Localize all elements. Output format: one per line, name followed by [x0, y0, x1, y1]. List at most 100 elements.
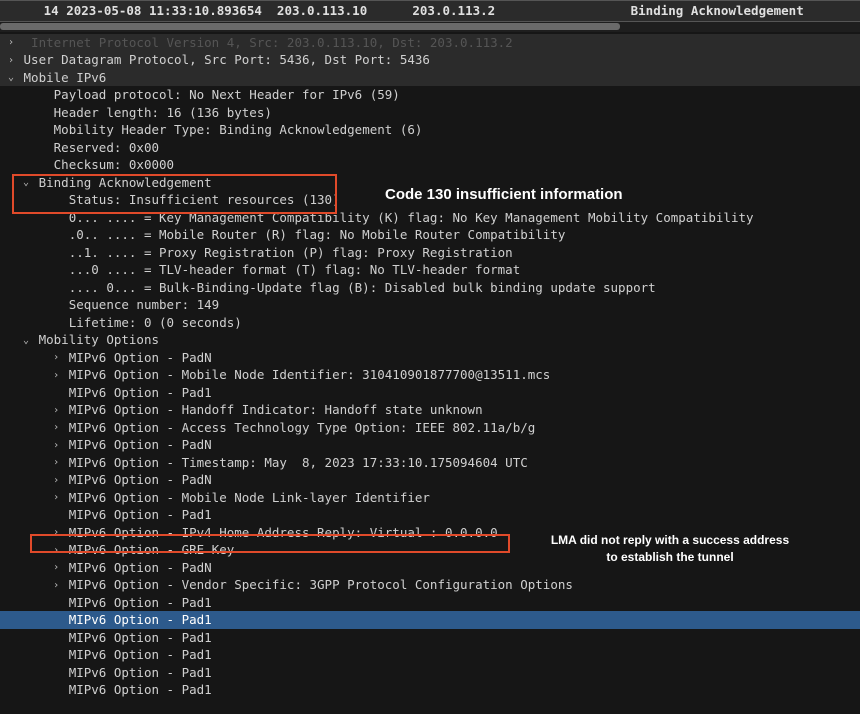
tree-row[interactable]: Lifetime: 0 (0 seconds) — [0, 314, 860, 332]
chevron-right-icon: › — [51, 369, 61, 383]
tree-row[interactable]: MIPv6 Option - Pad1 — [0, 646, 860, 664]
tree-indent — [6, 490, 51, 505]
tree-row-text: MIPv6 Option - IPv4 Home Address Reply: … — [69, 525, 498, 540]
tree-indent — [6, 87, 36, 102]
tree-row[interactable]: 0... .... = Key Management Compatibility… — [0, 209, 860, 227]
tree-row-text: MIPv6 Option - Timestamp: May 8, 2023 17… — [69, 455, 528, 470]
tree-indent — [6, 105, 36, 120]
tree-arrow-none — [51, 194, 61, 208]
tree-row-text: MIPv6 Option - Pad1 — [69, 507, 212, 522]
tree-row-text: MIPv6 Option - PadN — [69, 472, 212, 487]
tree-row[interactable]: Header length: 16 (136 bytes) — [0, 104, 860, 122]
tree-arrow-none — [36, 124, 46, 138]
packet-detail-tree[interactable]: › Internet Protocol Version 4, Src: 203.… — [0, 32, 860, 699]
tree-row[interactable]: Sequence number: 149 — [0, 296, 860, 314]
tree-arrow-none — [51, 509, 61, 523]
packet-list-row[interactable]: 14 2023-05-08 11:33:10.893654 203.0.113.… — [0, 0, 860, 22]
tree-indent — [6, 402, 51, 417]
tree-indent — [6, 630, 51, 645]
tree-row[interactable]: › MIPv6 Option - GRE Key — [0, 541, 860, 559]
chevron-down-icon: ⌄ — [21, 176, 31, 190]
tree-indent — [6, 350, 51, 365]
tree-arrow-none — [51, 211, 61, 225]
tree-row-text: MIPv6 Option - Pad1 — [69, 612, 212, 627]
scrollbar-thumb[interactable] — [0, 23, 620, 30]
chevron-right-icon: › — [51, 421, 61, 435]
tree-indent — [6, 455, 51, 470]
tree-row-text: MIPv6 Option - PadN — [69, 560, 212, 575]
tree-row-text: MIPv6 Option - Pad1 — [69, 630, 212, 645]
chevron-right-icon: › — [51, 579, 61, 593]
tree-row[interactable]: ⌄ Mobile IPv6 — [0, 69, 860, 87]
tree-row[interactable]: MIPv6 Option - Pad1 — [0, 664, 860, 682]
tree-row-text: MIPv6 Option - Handoff Indicator: Handof… — [69, 402, 483, 417]
tree-row-text: Binding Acknowledgement — [39, 175, 212, 190]
chevron-right-icon: › — [51, 561, 61, 575]
tree-row[interactable]: MIPv6 Option - Pad1 — [0, 384, 860, 402]
tree-row[interactable]: › MIPv6 Option - PadN — [0, 436, 860, 454]
tree-arrow-none — [36, 141, 46, 155]
tree-row[interactable]: › MIPv6 Option - PadN — [0, 349, 860, 367]
tree-row-text: MIPv6 Option - Pad1 — [69, 595, 212, 610]
tree-row[interactable]: Status: Insufficient resources (130) — [0, 191, 860, 209]
tree-row[interactable]: › MIPv6 Option - PadN — [0, 471, 860, 489]
tree-indent — [6, 507, 51, 522]
tree-arrow-none — [51, 316, 61, 330]
tree-row[interactable]: ...0 .... = TLV-header format (T) flag: … — [0, 261, 860, 279]
tree-row[interactable]: › MIPv6 Option - Mobile Node Identifier:… — [0, 366, 860, 384]
tree-arrow-none — [51, 666, 61, 680]
tree-row[interactable]: Checksum: 0x0000 — [0, 156, 860, 174]
tree-indent — [6, 647, 51, 662]
tree-row-truncated[interactable]: › Internet Protocol Version 4, Src: 203.… — [0, 34, 860, 52]
tree-row[interactable]: MIPv6 Option - Pad1 — [0, 681, 860, 699]
tree-arrow-none — [36, 106, 46, 120]
tree-row-text: .... 0... = Bulk-Binding-Update flag (B)… — [69, 280, 656, 295]
tree-row[interactable]: › MIPv6 Option - IPv4 Home Address Reply… — [0, 524, 860, 542]
chevron-right-icon: › — [51, 351, 61, 365]
tree-indent — [6, 210, 51, 225]
tree-arrow-none — [36, 89, 46, 103]
chevron-right-icon: › — [51, 544, 61, 558]
tree-row[interactable]: › MIPv6 Option - Handoff Indicator: Hand… — [0, 401, 860, 419]
tree-row-text: MIPv6 Option - PadN — [69, 437, 212, 452]
tree-arrow-none — [51, 614, 61, 628]
tree-row[interactable]: MIPv6 Option - Pad1 — [0, 629, 860, 647]
tree-row[interactable]: › MIPv6 Option - PadN — [0, 559, 860, 577]
tree-arrow-none — [51, 596, 61, 610]
tree-row[interactable]: › MIPv6 Option - Access Technology Type … — [0, 419, 860, 437]
tree-row[interactable]: Mobility Header Type: Binding Acknowledg… — [0, 121, 860, 139]
tree-indent — [6, 157, 36, 172]
tree-indent — [6, 245, 51, 260]
tree-row-text: MIPv6 Option - Mobile Node Identifier: 3… — [69, 367, 551, 382]
tree-row[interactable]: MIPv6 Option - Pad1 — [0, 506, 860, 524]
chevron-right-icon: › — [6, 54, 16, 68]
tree-indent — [6, 472, 51, 487]
tree-row[interactable]: ..1. .... = Proxy Registration (P) flag:… — [0, 244, 860, 262]
tree-row[interactable]: › MIPv6 Option - Timestamp: May 8, 2023 … — [0, 454, 860, 472]
tree-row-text: MIPv6 Option - Pad1 — [69, 647, 212, 662]
tree-row[interactable]: Payload protocol: No Next Header for IPv… — [0, 86, 860, 104]
tree-indent — [6, 595, 51, 610]
chevron-right-icon: › — [51, 404, 61, 418]
chevron-down-icon: ⌄ — [21, 334, 31, 348]
tree-indent — [6, 682, 51, 697]
tree-row[interactable]: MIPv6 Option - Pad1 — [0, 594, 860, 612]
tree-row[interactable]: › MIPv6 Option - Mobile Node Link-layer … — [0, 489, 860, 507]
tree-row-text: MIPv6 Option - Mobile Node Link-layer Id… — [69, 490, 430, 505]
tree-row-text: ..1. .... = Proxy Registration (P) flag:… — [69, 245, 513, 260]
tree-row-text: MIPv6 Option - Access Technology Type Op… — [69, 420, 536, 435]
tree-arrow-none — [51, 684, 61, 698]
tree-row-text: ...0 .... = TLV-header format (T) flag: … — [69, 262, 521, 277]
tree-row-text: 0... .... = Key Management Compatibility… — [69, 210, 754, 225]
tree-row[interactable]: › MIPv6 Option - Vendor Specific: 3GPP P… — [0, 576, 860, 594]
tree-row[interactable]: .0.. .... = Mobile Router (R) flag: No M… — [0, 226, 860, 244]
tree-row[interactable]: ⌄ Mobility Options — [0, 331, 860, 349]
tree-indent — [6, 542, 51, 557]
tree-row[interactable]: ⌄ Binding Acknowledgement — [0, 174, 860, 192]
packet-list-hscroll[interactable] — [0, 22, 860, 32]
tree-indent — [6, 560, 51, 575]
tree-row[interactable]: › User Datagram Protocol, Src Port: 5436… — [0, 51, 860, 69]
tree-row[interactable]: Reserved: 0x00 — [0, 139, 860, 157]
tree-row[interactable]: MIPv6 Option - Pad1 — [0, 611, 860, 629]
tree-row[interactable]: .... 0... = Bulk-Binding-Update flag (B)… — [0, 279, 860, 297]
